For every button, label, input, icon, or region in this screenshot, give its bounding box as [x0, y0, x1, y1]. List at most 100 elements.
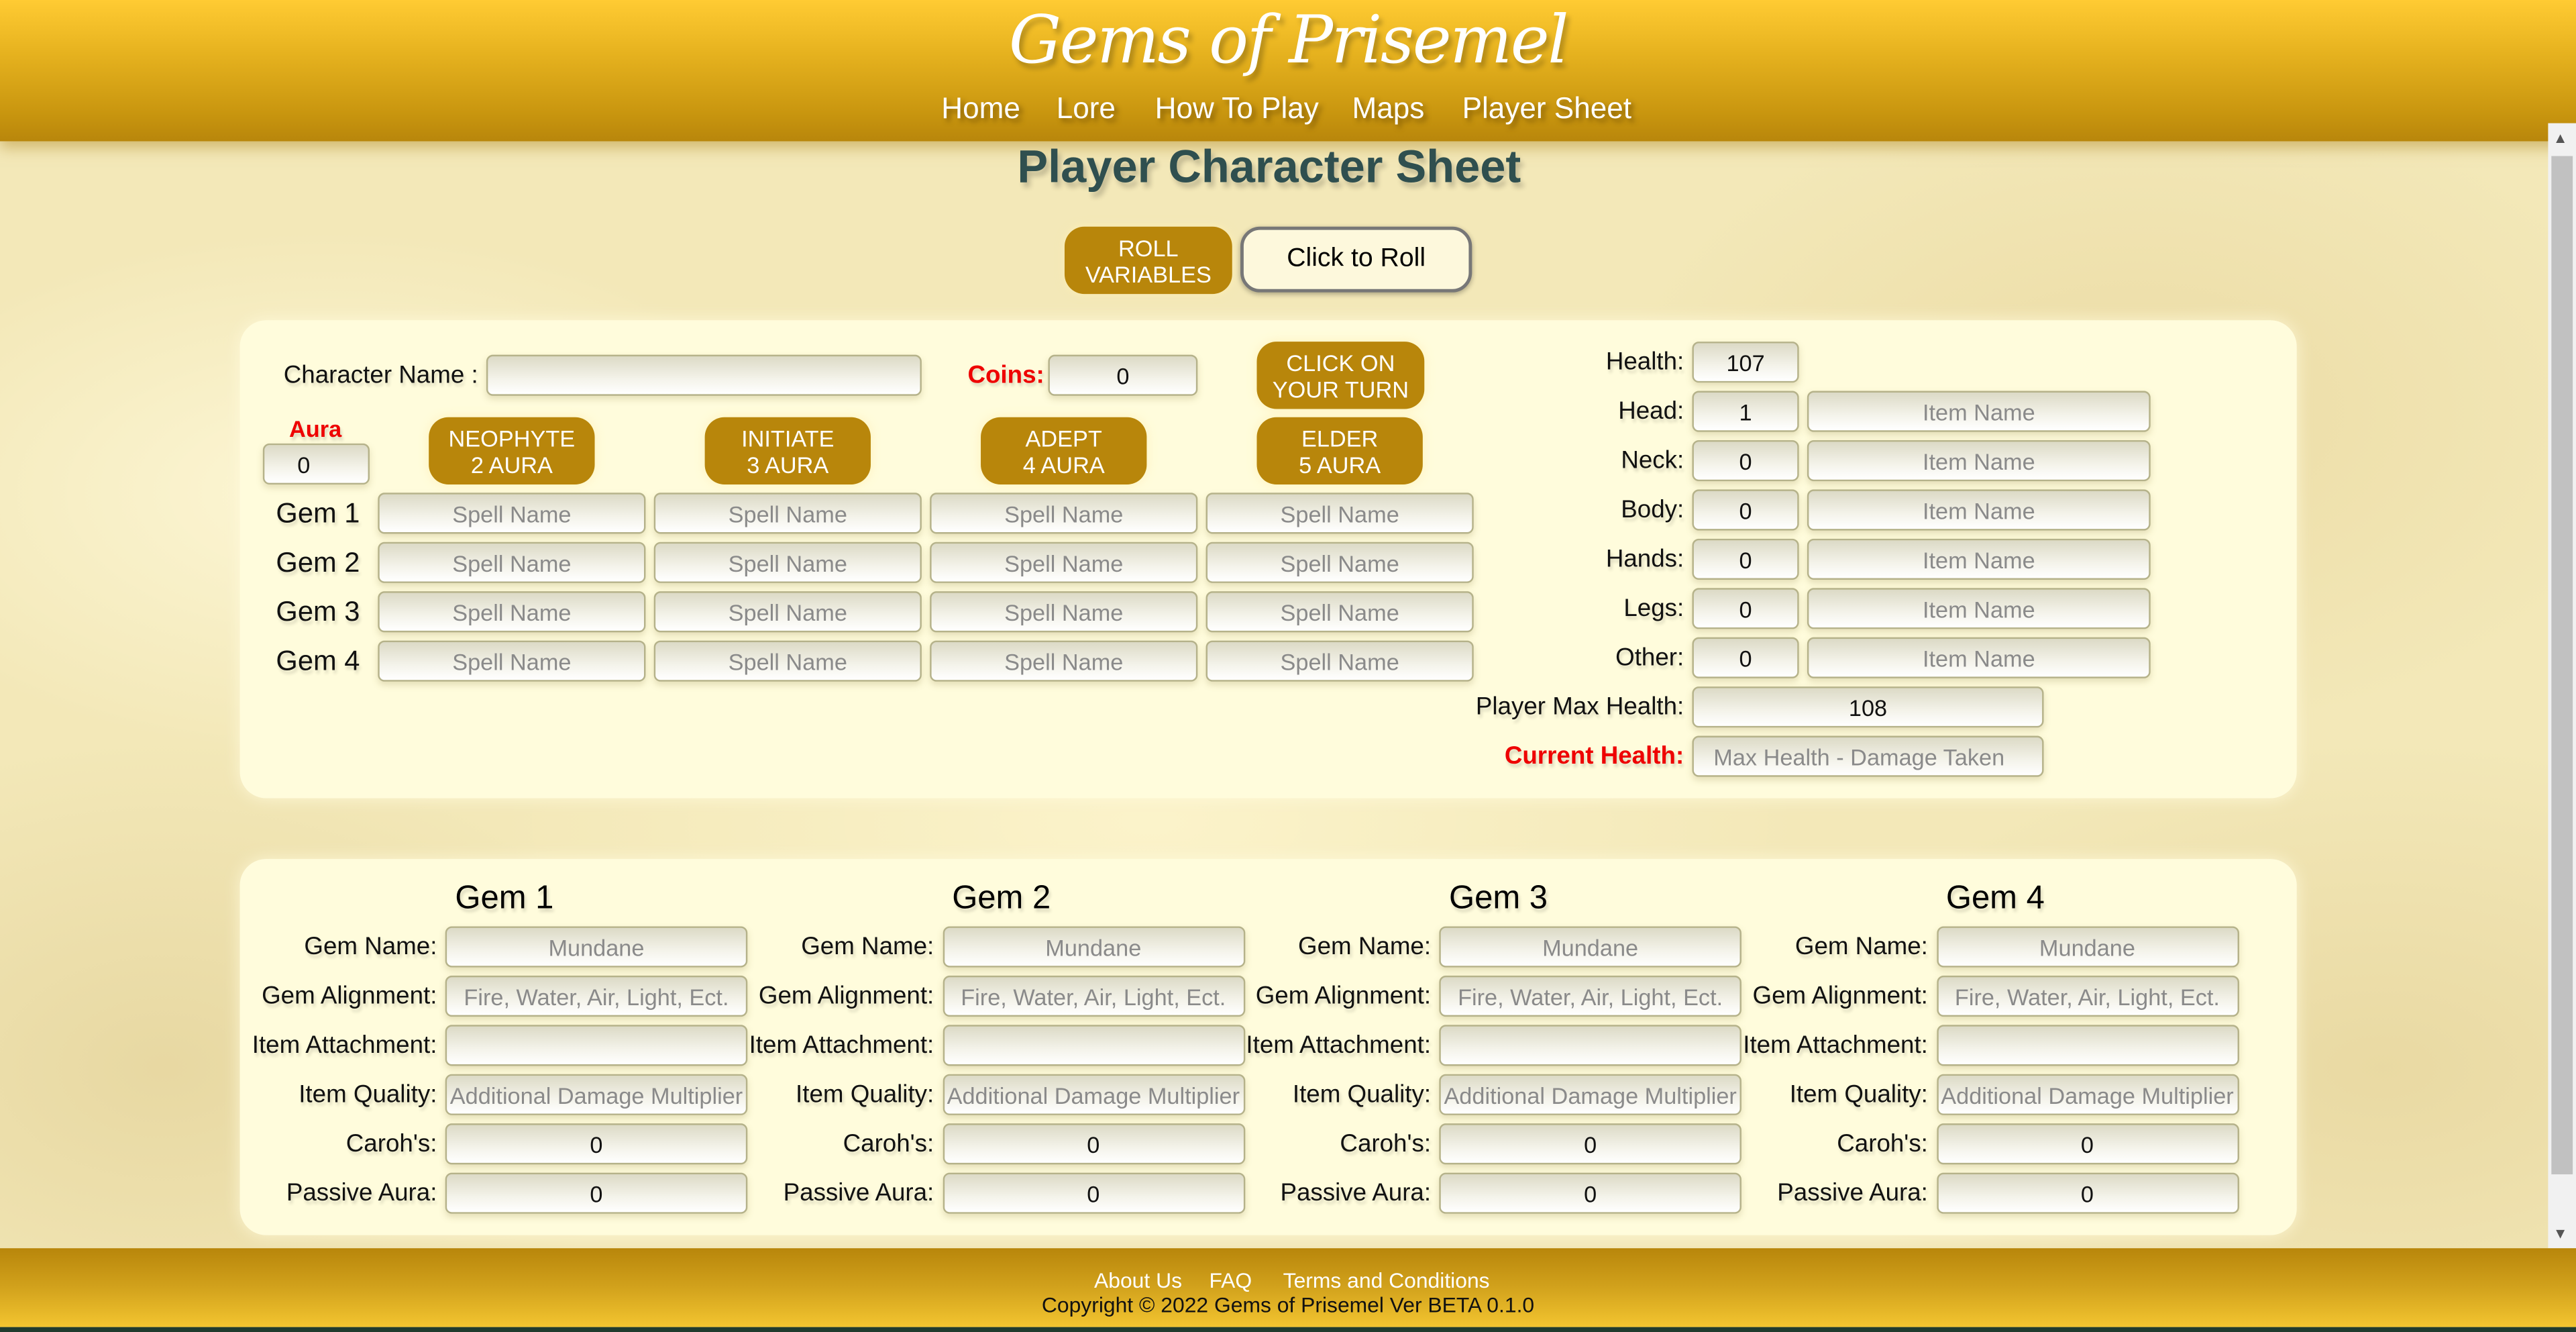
- item-name-input[interactable]: Item Name: [1807, 588, 2151, 629]
- item-name-input[interactable]: Item Name: [1807, 440, 2151, 482]
- gem-field-input[interactable]: [445, 1025, 748, 1066]
- spell-name-input[interactable]: Spell Name: [653, 591, 922, 633]
- footer-about-us[interactable]: About Us: [1094, 1268, 1182, 1293]
- item-name-input-placeholder: Item Name: [1922, 497, 2035, 523]
- spell-name-input[interactable]: Spell Name: [653, 493, 922, 534]
- item-name-input[interactable]: Item Name: [1807, 637, 2151, 678]
- character-name-input[interactable]: [486, 354, 922, 396]
- gem-field-input[interactable]: Fire, Water, Air, Light, Ect.: [942, 975, 1245, 1017]
- gem-field-label: Item Attachment:: [749, 1031, 934, 1060]
- tier-button-elder[interactable]: ELDER 5 AURA: [1256, 417, 1423, 485]
- tier-button-adept[interactable]: ADEPT 4 AURA: [981, 417, 1147, 485]
- nav-lore[interactable]: Lore: [1057, 92, 1116, 126]
- gem-field-input[interactable]: Mundane: [942, 926, 1245, 968]
- gem-field-input[interactable]: Fire, Water, Air, Light, Ect.: [445, 975, 748, 1017]
- footer-faq[interactable]: FAQ: [1209, 1268, 1252, 1293]
- scroll-down-icon[interactable]: ▼: [2553, 1225, 2568, 1241]
- spell-name-input[interactable]: Spell Name: [378, 591, 646, 633]
- gem-field-input[interactable]: Additional Damage Multiplier: [1936, 1074, 2239, 1115]
- spell-name-input[interactable]: Spell Name: [653, 640, 922, 682]
- nav-player-sheet[interactable]: Player Sheet: [1462, 92, 1631, 126]
- spell-name-input[interactable]: Spell Name: [653, 542, 922, 583]
- spell-name-input-placeholder: Spell Name: [1004, 549, 1124, 576]
- gem-field-input-placeholder: Additional Damage Multiplier: [947, 1081, 1240, 1108]
- gem-field-label: Item Attachment:: [1246, 1031, 1432, 1060]
- equipment-value-input[interactable]: [1692, 538, 1799, 580]
- gem-field-input[interactable]: [942, 1025, 1245, 1066]
- gem-field-input[interactable]: [1439, 1172, 1741, 1214]
- spell-row-label: Gem 2: [276, 547, 360, 578]
- equipment-value-input[interactable]: [1692, 637, 1799, 678]
- tier-button-neophyte[interactable]: NEOPHYTE 2 AURA: [429, 417, 595, 485]
- gem-field-input-placeholder: Additional Damage Multiplier: [1444, 1081, 1737, 1108]
- nav-home[interactable]: Home: [941, 92, 1020, 126]
- tier-aura-cost: 3 AURA: [747, 450, 829, 478]
- spell-name-input[interactable]: Spell Name: [930, 542, 1198, 583]
- gem-field-input[interactable]: Fire, Water, Air, Light, Ect.: [1439, 975, 1741, 1017]
- current-health-input[interactable]: Max Health - Damage Taken: [1692, 735, 2044, 777]
- item-name-input[interactable]: Item Name: [1807, 391, 2151, 432]
- coins-input[interactable]: [1048, 354, 1198, 396]
- gem-field-input[interactable]: [1936, 1172, 2239, 1214]
- turn-line2: YOUR TURN: [1272, 375, 1409, 402]
- gem-field-input-placeholder: Mundane: [1045, 933, 1142, 960]
- tier-name: INITIATE: [741, 424, 835, 451]
- equipment-value-input[interactable]: [1692, 588, 1799, 629]
- scrollbar-thumb[interactable]: [2551, 156, 2573, 1175]
- item-name-input[interactable]: Item Name: [1807, 489, 2151, 531]
- gem-field-label: Caroh's:: [1837, 1129, 1928, 1158]
- spell-name-input[interactable]: Spell Name: [1205, 591, 1474, 633]
- spell-name-input[interactable]: Spell Name: [930, 640, 1198, 682]
- gem-field-input[interactable]: Mundane: [445, 926, 748, 968]
- equipment-slot-label: Head:: [1618, 397, 1684, 425]
- nav-maps[interactable]: Maps: [1352, 92, 1425, 126]
- spell-name-input[interactable]: Spell Name: [930, 493, 1198, 534]
- gem-field-input[interactable]: [445, 1172, 748, 1214]
- footer-terms[interactable]: Terms and Conditions: [1283, 1268, 1490, 1293]
- spell-name-input[interactable]: Spell Name: [378, 542, 646, 583]
- gem-field-input[interactable]: [1439, 1123, 1741, 1165]
- spell-name-input[interactable]: Spell Name: [1205, 542, 1474, 583]
- gem-heading: Gem 3: [1449, 880, 1548, 917]
- max-health-input[interactable]: [1692, 686, 2044, 728]
- item-name-input-placeholder: Item Name: [1922, 398, 2035, 425]
- roll-variables-button[interactable]: ROLL VARIABLES: [1064, 226, 1232, 295]
- gem-field-input[interactable]: [942, 1123, 1245, 1165]
- click-on-your-turn-button[interactable]: CLICK ON YOUR TURN: [1256, 342, 1425, 409]
- spell-name-input[interactable]: Spell Name: [378, 640, 646, 682]
- item-name-input[interactable]: Item Name: [1807, 538, 2151, 580]
- gem-field-input-placeholder: Fire, Water, Air, Light, Ect.: [961, 982, 1226, 1010]
- health-input[interactable]: [1692, 342, 1799, 383]
- gem-field-input[interactable]: Additional Damage Multiplier: [445, 1074, 748, 1115]
- health-label: Health:: [1605, 348, 1684, 376]
- spell-name-input-placeholder: Spell Name: [1280, 648, 1399, 674]
- spell-name-input[interactable]: Spell Name: [1205, 640, 1474, 682]
- gem-field-label: Passive Aura:: [1777, 1179, 1928, 1207]
- scroll-up-icon[interactable]: ▲: [2553, 130, 2568, 146]
- gem-field-label: Gem Alignment:: [758, 982, 934, 1011]
- equipment-value-input[interactable]: [1692, 391, 1799, 432]
- gem-field-input[interactable]: [942, 1172, 1245, 1214]
- gem-field-input[interactable]: Additional Damage Multiplier: [1439, 1074, 1741, 1115]
- spell-name-input[interactable]: Spell Name: [378, 493, 646, 534]
- gem-field-input[interactable]: Additional Damage Multiplier: [942, 1074, 1245, 1115]
- aura-input[interactable]: [262, 443, 370, 485]
- gem-field-input[interactable]: Mundane: [1439, 926, 1741, 968]
- equipment-value-input[interactable]: [1692, 440, 1799, 482]
- gem-field-input[interactable]: [1439, 1025, 1741, 1066]
- nav-how-to-play[interactable]: How To Play: [1155, 92, 1319, 126]
- gem-field-input[interactable]: [1936, 1123, 2239, 1165]
- gem-field-input[interactable]: [1936, 1025, 2239, 1066]
- gem-field-input[interactable]: [445, 1123, 748, 1165]
- click-to-roll-button[interactable]: Click to Roll: [1240, 226, 1472, 293]
- gem-field-input[interactable]: Mundane: [1936, 926, 2239, 968]
- spell-name-input[interactable]: Spell Name: [1205, 493, 1474, 534]
- gem-field-label: Gem Alignment:: [262, 982, 437, 1011]
- spell-name-input[interactable]: Spell Name: [930, 591, 1198, 633]
- spell-name-input-placeholder: Spell Name: [452, 549, 572, 576]
- equipment-slot-label: Neck:: [1621, 446, 1684, 475]
- equipment-value-input[interactable]: [1692, 489, 1799, 531]
- coins-label: Coins:: [967, 361, 1044, 390]
- gem-field-input[interactable]: Fire, Water, Air, Light, Ect.: [1936, 975, 2239, 1017]
- tier-button-initiate[interactable]: INITIATE 3 AURA: [704, 417, 871, 485]
